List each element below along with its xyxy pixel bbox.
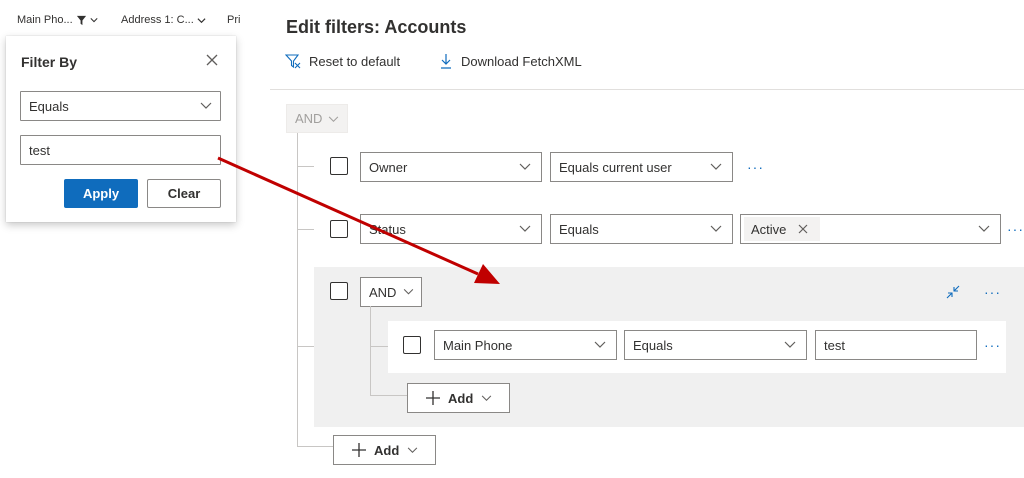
group-checkbox[interactable] [330,282,348,300]
field-value: Main Phone [443,337,513,353]
add-label: Add [374,442,400,458]
column-header-label: Pri [227,14,241,26]
clear-button[interactable]: Clear [147,179,221,208]
value-input-main-phone[interactable]: test [815,330,977,360]
root-and-dropdown: AND [286,104,348,133]
chevron-down-icon [594,341,606,348]
operator-dropdown-main-phone[interactable]: Equals [624,330,807,360]
chevron-down-icon [519,163,531,170]
reset-to-default-button[interactable]: Reset to default [285,53,400,69]
row-checkbox[interactable] [403,336,421,354]
tree-connector [297,229,314,230]
row-checkbox[interactable] [330,157,348,175]
tree-connector [297,446,333,447]
chevron-down-icon [710,225,722,232]
field-dropdown-main-phone[interactable]: Main Phone [434,330,617,360]
filter-value-input[interactable]: test [20,135,221,165]
chevron-down-icon [328,116,339,122]
operator-value: Equals [29,98,69,114]
reset-label: Reset to default [309,53,401,69]
chevron-down-icon [403,289,414,295]
more-options-icon[interactable]: ··· [747,160,764,174]
download-icon [441,54,451,69]
tree-connector [370,346,388,347]
chevron-down-icon [197,17,206,23]
tree-connector [297,346,314,347]
tag-label: Active [751,221,787,237]
field-dropdown-status[interactable]: Status [360,214,542,244]
operator-dropdown-owner[interactable]: Equals current user [550,152,733,182]
filter-reset-icon [285,54,301,69]
operator-value: Equals [559,221,599,237]
chevron-down-icon [482,395,492,401]
chevron-down-icon [200,102,212,109]
root-operator-label: AND [295,111,323,126]
chevron-down-icon [519,225,531,232]
group-operator-label: AND [369,284,397,300]
chevron-down-icon [408,447,418,453]
more-options-icon[interactable]: ··· [984,338,1001,352]
chevron-down-icon [978,225,990,232]
field-value: Owner [369,159,408,175]
operator-dropdown-status[interactable]: Equals [550,214,733,244]
popup-title: Filter By [21,54,78,70]
group-add-button[interactable]: Add [407,383,510,413]
toolbar-divider [270,89,1024,90]
more-options-icon[interactable]: ··· [984,285,1001,299]
field-dropdown-owner[interactable]: Owner [360,152,542,182]
column-header-label: Main Pho... [17,14,73,26]
chevron-down-icon [784,341,796,348]
download-fetchxml-button[interactable]: Download FetchXML [439,53,582,69]
input-value: test [824,337,845,353]
column-header-label: Address 1: C... [121,14,194,26]
close-icon[interactable] [204,52,220,68]
more-options-icon[interactable]: ··· [1007,222,1024,236]
remove-tag-icon[interactable] [798,224,808,234]
operator-value: Equals [633,337,673,353]
chevron-down-icon [710,163,722,170]
collapse-icon[interactable] [945,284,961,300]
plus-icon [426,391,440,405]
add-label: Add [448,390,474,406]
filter-icon [76,15,86,25]
operator-value: Equals current user [559,159,672,175]
tree-connector [297,133,298,446]
download-label: Download FetchXML [461,53,582,69]
chevron-down-icon [90,18,98,23]
panel-title: Edit filters: Accounts [286,17,467,37]
filter-value-text: test [29,142,50,158]
apply-button[interactable]: Apply [64,179,138,208]
filter-by-popup: Filter By Equals test Apply Clear [6,36,236,222]
column-header-primary[interactable]: Pri [227,14,240,26]
row-checkbox[interactable] [330,220,348,238]
plus-icon [352,443,366,457]
field-value: Status [369,221,406,237]
value-tag-active: Active [744,217,820,241]
tree-connector [297,166,314,167]
root-add-button[interactable]: Add [333,435,436,465]
operator-dropdown[interactable]: Equals [20,91,221,121]
column-header-main-phone[interactable]: Main Pho... [17,14,98,26]
group-and-dropdown[interactable]: AND [360,277,422,307]
tree-connector [370,395,407,396]
column-header-address[interactable]: Address 1: C... [121,14,206,26]
tree-connector [370,306,371,396]
